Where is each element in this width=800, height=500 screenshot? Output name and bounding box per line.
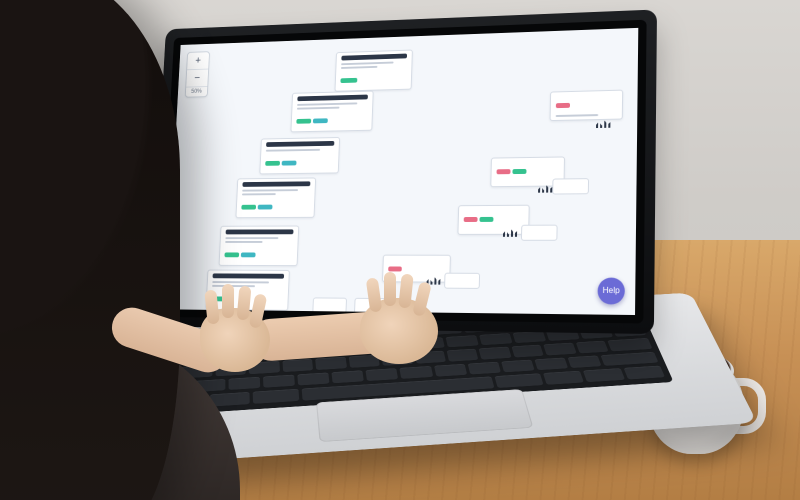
flow-node[interactable] [550, 90, 624, 121]
signal-icon [503, 229, 517, 237]
flow-node[interactable] [457, 205, 529, 235]
flow-node[interactable] [205, 270, 289, 311]
laptop-lid: + − 50% [149, 9, 657, 334]
screen-bezel: + − 50% [158, 20, 646, 324]
laptop: + − 50% [90, 0, 700, 500]
flow-canvas[interactable] [166, 28, 638, 315]
flow-node[interactable] [219, 226, 300, 267]
signal-icon [596, 120, 610, 128]
app-screen: + − 50% [166, 28, 638, 315]
flow-node[interactable] [290, 91, 373, 133]
signal-icon [427, 277, 441, 285]
flow-node[interactable] [312, 297, 347, 313]
flow-node[interactable] [235, 177, 316, 218]
flow-node[interactable] [259, 137, 340, 174]
flow-node[interactable] [521, 225, 558, 241]
flow-node[interactable] [444, 273, 480, 289]
flow-node[interactable] [382, 255, 451, 283]
flow-node[interactable] [334, 50, 412, 92]
flow-node[interactable] [552, 178, 589, 194]
signal-icon [538, 185, 552, 193]
flow-node[interactable] [354, 298, 389, 314]
photo-scene: + − 50% [0, 0, 800, 500]
